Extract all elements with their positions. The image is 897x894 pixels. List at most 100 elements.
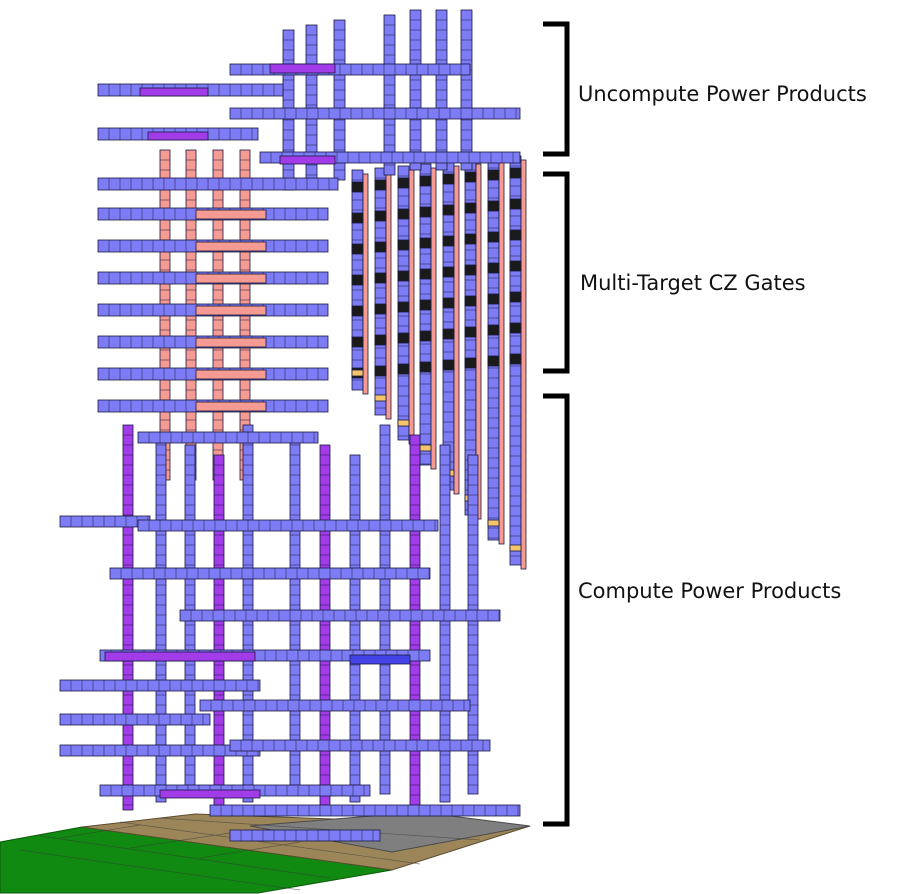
compute-bar bbox=[199, 699, 471, 712]
gate-marker bbox=[351, 305, 364, 317]
gate-marker bbox=[487, 169, 500, 181]
cz-layer-route bbox=[195, 209, 267, 220]
gate-marker bbox=[509, 322, 522, 334]
label-uncompute-power-products: Uncompute Power Products bbox=[578, 82, 867, 106]
gate-marker bbox=[442, 173, 455, 185]
compute-column bbox=[409, 434, 421, 811]
cz-column-side bbox=[385, 171, 392, 420]
gate-marker bbox=[419, 299, 432, 311]
cz-layer-route bbox=[195, 369, 267, 380]
gate-marker bbox=[419, 175, 432, 187]
gate-marker bbox=[442, 328, 455, 340]
compute-bar bbox=[137, 431, 319, 444]
cz-column-side bbox=[362, 173, 369, 395]
bracket-cz-gates bbox=[543, 171, 570, 374]
cz-layer-route bbox=[195, 241, 267, 252]
uncompute-bar bbox=[229, 63, 471, 76]
cz-layer-route bbox=[195, 305, 267, 316]
compute-bar bbox=[59, 679, 261, 692]
gate-marker bbox=[487, 200, 500, 212]
compute-bar bbox=[137, 519, 439, 532]
gate-marker bbox=[509, 198, 522, 210]
gate-marker bbox=[509, 229, 522, 241]
gate-marker bbox=[419, 206, 432, 218]
gate-marker bbox=[509, 291, 522, 303]
gate-marker bbox=[464, 202, 477, 214]
gate-marker bbox=[487, 324, 500, 336]
gate-marker bbox=[487, 231, 500, 243]
gate-marker bbox=[464, 326, 477, 338]
compute-bar bbox=[59, 713, 211, 726]
compute-bar bbox=[179, 609, 501, 622]
gate-marker bbox=[419, 237, 432, 249]
gate-marker bbox=[419, 268, 432, 280]
uncompute-highlight bbox=[269, 63, 336, 74]
gate-marker bbox=[509, 353, 522, 365]
compute-column bbox=[213, 454, 225, 811]
cz-column-side bbox=[430, 167, 437, 470]
gate-marker bbox=[464, 295, 477, 307]
gate-marker bbox=[442, 297, 455, 309]
gate-marker bbox=[374, 210, 387, 222]
compute-highlight bbox=[104, 651, 256, 662]
gate-highlight bbox=[374, 394, 387, 402]
gate-marker bbox=[351, 336, 364, 348]
gate-marker bbox=[374, 303, 387, 315]
gate-marker bbox=[351, 274, 364, 286]
cz-column-side bbox=[408, 169, 415, 445]
gate-marker bbox=[442, 235, 455, 247]
gate-marker bbox=[397, 363, 410, 375]
cz-layer-route bbox=[195, 401, 267, 412]
compute-highlight bbox=[159, 789, 261, 799]
compute-bar bbox=[59, 515, 151, 528]
gate-marker bbox=[442, 266, 455, 278]
gate-highlight bbox=[509, 544, 522, 552]
gate-marker bbox=[442, 359, 455, 371]
uncompute-highlight bbox=[147, 131, 209, 141]
label-compute-power-products: Compute Power Products bbox=[578, 579, 842, 603]
gate-marker bbox=[374, 334, 387, 346]
cz-column-side bbox=[453, 165, 460, 495]
gate-marker bbox=[464, 233, 477, 245]
gate-marker bbox=[374, 272, 387, 284]
uncompute-bar bbox=[229, 107, 521, 120]
label-multi-target-cz-gates: Multi-Target CZ Gates bbox=[580, 271, 806, 295]
gate-highlight bbox=[487, 519, 500, 527]
gate-marker bbox=[509, 260, 522, 272]
gate-marker bbox=[509, 167, 522, 179]
compute-bar bbox=[229, 739, 491, 752]
segment-lines bbox=[108, 178, 330, 190]
gate-marker bbox=[351, 212, 364, 224]
gate-marker bbox=[464, 171, 477, 183]
gate-marker bbox=[351, 181, 364, 193]
gate-marker bbox=[374, 241, 387, 253]
gate-marker bbox=[487, 355, 500, 367]
gate-highlight bbox=[397, 419, 410, 427]
section-brackets bbox=[543, 21, 570, 827]
gate-marker bbox=[397, 177, 410, 189]
gate-marker bbox=[487, 262, 500, 274]
gate-marker bbox=[487, 293, 500, 305]
gate-marker bbox=[419, 361, 432, 373]
compute-highlight-dark bbox=[349, 654, 411, 665]
uncompute-bar bbox=[97, 177, 339, 191]
floor-tiles bbox=[0, 811, 531, 894]
gate-marker bbox=[464, 357, 477, 369]
compute-column bbox=[379, 424, 391, 795]
cz-layer-route bbox=[195, 273, 267, 284]
cz-column bbox=[487, 157, 500, 541]
gate-marker bbox=[397, 332, 410, 344]
gate-marker bbox=[351, 243, 364, 255]
compute-bar bbox=[209, 804, 521, 817]
gate-marker bbox=[397, 208, 410, 220]
gate-marker bbox=[374, 365, 387, 377]
compute-bar bbox=[109, 567, 431, 580]
cz-column-side bbox=[498, 161, 505, 545]
cz-layer-route bbox=[195, 337, 267, 348]
cz-column-side bbox=[520, 159, 527, 570]
gate-marker bbox=[397, 239, 410, 251]
gate-highlight bbox=[351, 369, 364, 377]
gate-marker bbox=[397, 301, 410, 313]
uncompute-highlight bbox=[279, 155, 336, 165]
bracket-compute bbox=[543, 393, 570, 827]
